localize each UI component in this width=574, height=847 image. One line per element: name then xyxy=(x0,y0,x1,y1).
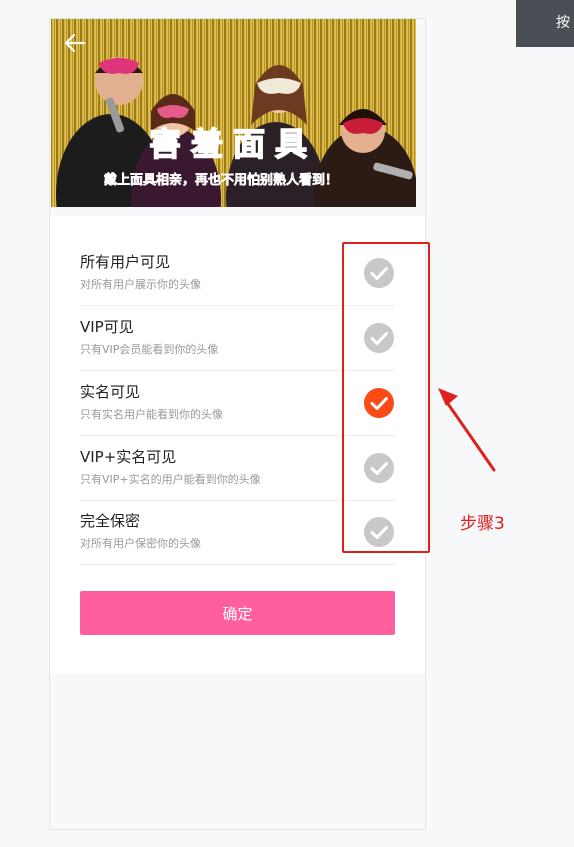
option-description: 只有实名用户能看到你的头像 xyxy=(80,408,223,421)
banner-image: 害羞面具 戴上面具相亲，再也不用怕别熟人看到！ xyxy=(51,19,416,207)
option-title: 所有用户可见 xyxy=(80,253,171,271)
confirm-button[interactable]: 确定 xyxy=(80,591,395,635)
option-title: 实名可见 xyxy=(80,383,141,401)
option-title: 完全保密 xyxy=(80,512,141,530)
corner-button[interactable]: 按 xyxy=(516,0,574,47)
banner-illustration: 害羞面具 戴上面具相亲，再也不用怕别熟人看到！ xyxy=(51,19,416,207)
banner-title: 害羞面具 xyxy=(149,125,317,163)
option-description: 对所有用户保密你的头像 xyxy=(80,537,201,550)
back-arrow-icon xyxy=(64,33,86,53)
annotation-arrow-icon xyxy=(438,388,496,472)
back-button[interactable] xyxy=(62,31,90,55)
banner-subtitle: 戴上面具相亲，再也不用怕别熟人看到！ xyxy=(104,172,338,188)
option-description: 只有VIP+实名的用户能看到你的头像 xyxy=(80,473,261,486)
step-label: 步骤3 xyxy=(460,514,505,534)
option-description: 只有VIP会员能看到你的头像 xyxy=(80,343,219,356)
option-title: VIP+实名可见 xyxy=(80,448,177,466)
annotation-highlight-box xyxy=(342,242,430,553)
option-title: VIP可见 xyxy=(80,318,134,336)
option-description: 对所有用户展示你的头像 xyxy=(80,278,201,291)
